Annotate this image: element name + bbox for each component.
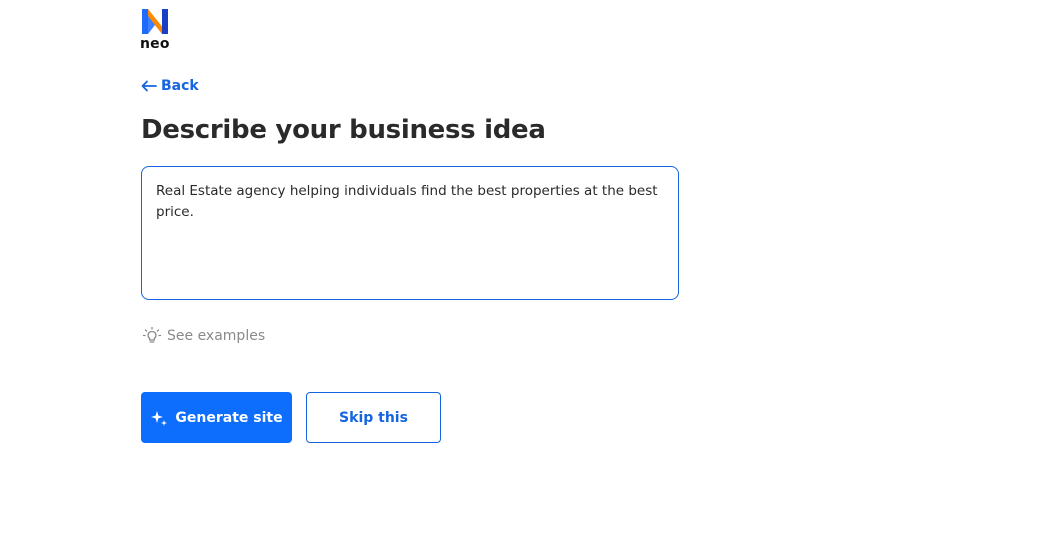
see-examples-label: See examples: [167, 328, 266, 344]
arrow-left-icon: [141, 80, 157, 92]
skip-label: Skip this: [339, 409, 408, 426]
see-examples-link[interactable]: See examples: [142, 326, 265, 346]
sparkle-icon: [151, 410, 168, 426]
neo-logo: neo: [140, 7, 174, 51]
back-link[interactable]: Back: [141, 78, 199, 94]
business-idea-input[interactable]: Real Estate agency helping individuals f…: [156, 181, 664, 285]
onboarding-page: neo Back Describe your business idea Rea…: [0, 0, 1055, 555]
logo-text: neo: [140, 36, 170, 52]
lightbulb-icon: [142, 326, 162, 343]
business-idea-field: Real Estate agency helping individuals f…: [141, 166, 679, 300]
generate-site-button[interactable]: Generate site: [141, 392, 292, 443]
page-title: Describe your business idea: [141, 115, 546, 145]
skip-button[interactable]: Skip this: [306, 392, 441, 443]
generate-site-label: Generate site: [175, 409, 283, 426]
back-label: Back: [161, 78, 199, 94]
neo-logo-icon: [142, 9, 168, 34]
